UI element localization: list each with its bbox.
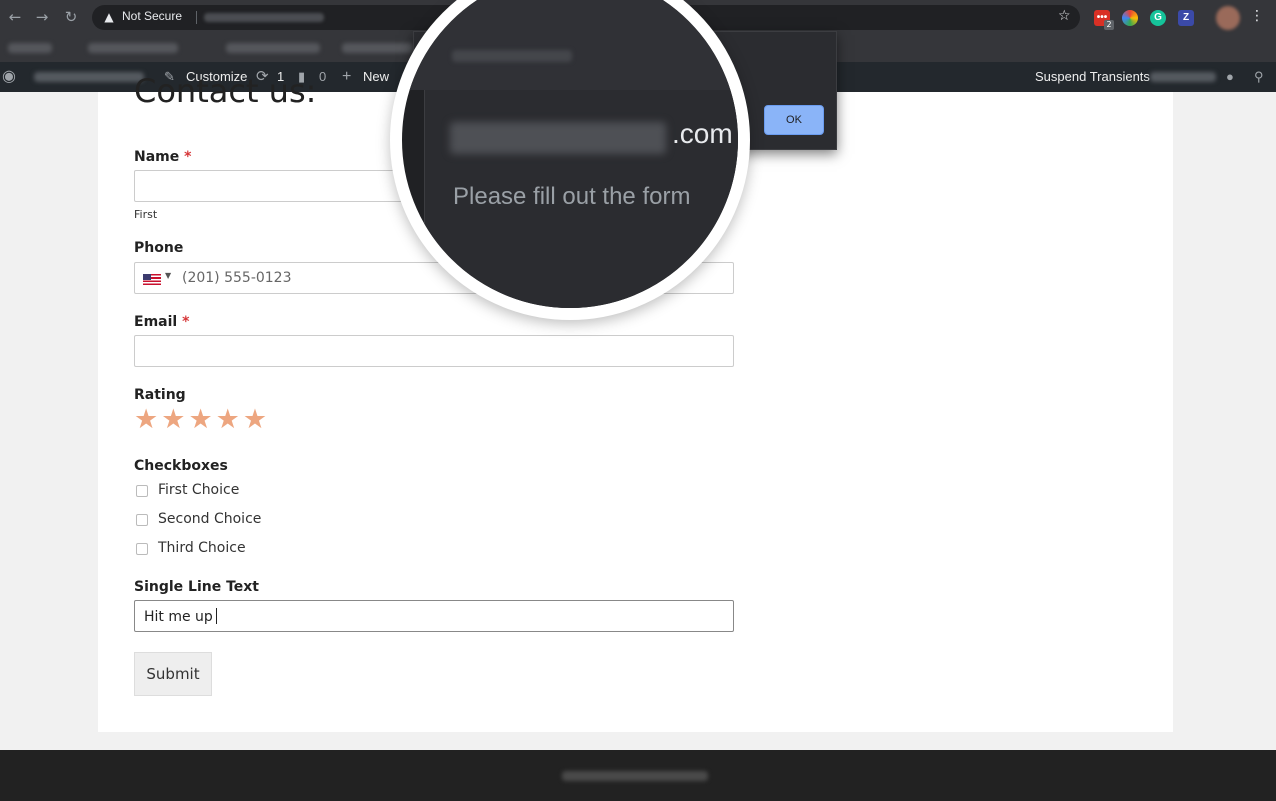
comments-count[interactable]: 0 xyxy=(319,62,326,92)
ok-button[interactable]: OK xyxy=(764,105,824,135)
site-footer xyxy=(0,750,1276,801)
browser-menu-icon[interactable]: ⋮ xyxy=(1250,8,1264,24)
email-label: Email * xyxy=(134,314,190,330)
footer-text-blurred xyxy=(562,771,708,781)
alert-message: Please fill out the form xyxy=(453,183,691,210)
wordpress-logo-icon[interactable]: ◉ xyxy=(2,62,16,92)
plus-icon: + xyxy=(342,68,352,85)
extension-z-icon[interactable]: Z xyxy=(1178,10,1194,26)
magnified-domain-suffix: .com xyxy=(672,118,733,149)
email-input[interactable] xyxy=(134,335,734,367)
star-icon[interactable]: ★ xyxy=(188,406,212,434)
security-label[interactable]: Not Secure xyxy=(122,9,182,23)
rating-label: Rating xyxy=(134,387,186,403)
star-icon[interactable]: ★ xyxy=(161,406,185,434)
profile-avatar[interactable] xyxy=(1216,6,1240,30)
bookmark-item[interactable] xyxy=(226,43,320,53)
text-caret xyxy=(215,608,217,624)
star-icon[interactable]: ★ xyxy=(216,406,240,434)
bookmark-star-icon[interactable]: ☆ xyxy=(1058,8,1071,24)
chevron-down-icon[interactable]: ▼ xyxy=(165,271,171,280)
magnifier-lens: .com Please fill out the form xyxy=(390,0,750,320)
name-first-sublabel: First xyxy=(134,208,158,221)
phone-placeholder: (201) 555-0123 xyxy=(182,270,292,286)
bookmark-item[interactable] xyxy=(8,43,52,53)
rating-stars[interactable]: ★ ★ ★ ★ ★ xyxy=(134,406,270,434)
name-label: Name * xyxy=(134,149,192,165)
phone-label: Phone xyxy=(134,240,184,256)
bookmark-item[interactable] xyxy=(88,43,178,53)
site-name-blurred[interactable] xyxy=(34,72,144,82)
single-line-value: Hit me up xyxy=(144,609,213,625)
reload-icon[interactable]: ↻ xyxy=(62,8,80,26)
us-flag-icon[interactable] xyxy=(143,274,161,285)
star-icon[interactable]: ★ xyxy=(134,406,158,434)
checkbox[interactable] xyxy=(136,485,148,497)
star-icon[interactable]: ★ xyxy=(243,406,267,434)
extension-badge: 2 xyxy=(1104,20,1114,30)
name-first-input[interactable] xyxy=(134,170,424,202)
single-line-input[interactable]: Hit me up xyxy=(134,600,734,632)
new-link[interactable]: New xyxy=(363,62,389,92)
search-icon[interactable]: ⚲ xyxy=(1254,62,1264,92)
omnibox-divider xyxy=(196,11,197,24)
suspend-transients-link[interactable]: Suspend Transients xyxy=(1035,62,1150,92)
extension-color-icon[interactable] xyxy=(1122,10,1138,26)
page-title: Contact us: xyxy=(134,72,317,110)
magnified-titlebar xyxy=(402,0,738,90)
user-name-blurred[interactable] xyxy=(1150,72,1216,82)
required-mark: * xyxy=(184,149,192,165)
user-icon[interactable]: ● xyxy=(1226,62,1234,92)
checkbox[interactable] xyxy=(136,543,148,555)
checkbox-label[interactable]: First Choice xyxy=(158,482,239,498)
back-icon[interactable]: ← xyxy=(6,8,24,26)
magnified-title-blurred xyxy=(452,50,572,62)
magnified-domain-blurred xyxy=(450,122,666,154)
checkbox-label[interactable]: Third Choice xyxy=(158,540,246,556)
extension-grammarly-icon[interactable]: G xyxy=(1150,10,1166,26)
required-mark: * xyxy=(182,314,190,330)
url-blurred xyxy=(204,13,324,22)
checkbox[interactable] xyxy=(136,514,148,526)
checkboxes-label: Checkboxes xyxy=(134,458,228,474)
warning-icon: ▲ xyxy=(104,10,114,24)
single-line-label: Single Line Text xyxy=(134,579,260,595)
submit-button[interactable]: Submit xyxy=(134,652,212,696)
checkbox-label[interactable]: Second Choice xyxy=(158,511,261,527)
forward-icon[interactable]: → xyxy=(33,8,51,26)
